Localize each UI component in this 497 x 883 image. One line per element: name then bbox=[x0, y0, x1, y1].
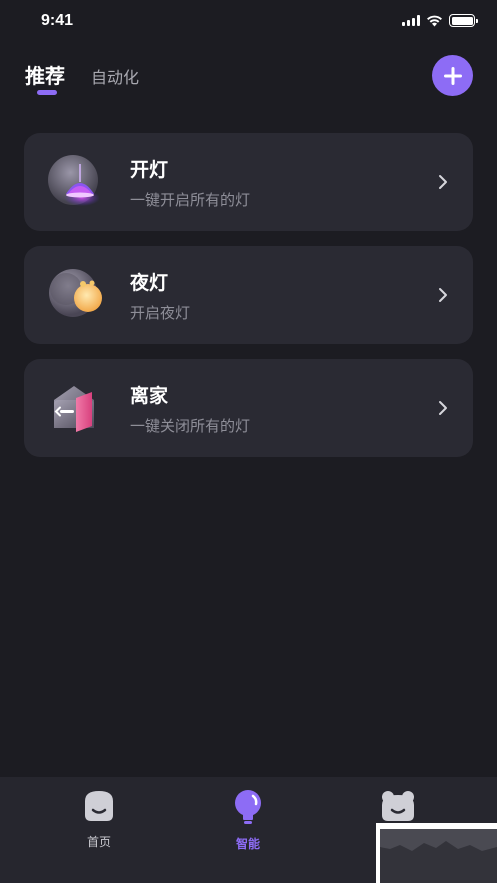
plus-icon bbox=[443, 66, 462, 85]
scene-subtitle: 一键关闭所有的灯 bbox=[130, 417, 251, 435]
preview-thumbnail bbox=[376, 823, 497, 883]
scene-card-leave-home[interactable]: 离家 一键关闭所有的灯 bbox=[24, 359, 473, 457]
status-bar: 9:41 bbox=[0, 0, 497, 44]
battery-icon bbox=[449, 14, 478, 27]
status-time: 9:41 bbox=[41, 12, 74, 29]
scene-title: 开灯 bbox=[130, 159, 169, 181]
tab-bar-smart[interactable]: 智能 bbox=[208, 789, 288, 852]
header-tabs: 推荐 自动化 bbox=[25, 60, 139, 95]
ceiling-lamp-icon bbox=[48, 155, 100, 206]
tab-active-indicator bbox=[37, 90, 57, 95]
home-face-icon bbox=[85, 791, 113, 821]
moon-night-light-icon bbox=[49, 269, 102, 317]
tab-bar-home-label: 首页 bbox=[86, 835, 111, 849]
scene-subtitle: 一键开启所有的灯 bbox=[130, 191, 251, 209]
leave-home-door-icon bbox=[54, 386, 94, 432]
scene-list: 开灯 一键开启所有的灯 夜灯 开启夜灯 离家 一键关闭所有的灯 bbox=[24, 133, 473, 472]
tab-automation[interactable]: 自动化 bbox=[91, 64, 139, 88]
chevron-right-icon bbox=[439, 175, 447, 189]
tab-recommend-label: 推荐 bbox=[25, 64, 65, 88]
add-button[interactable] bbox=[432, 55, 473, 96]
tab-automation-label: 自动化 bbox=[91, 68, 140, 87]
chevron-right-icon bbox=[439, 401, 447, 415]
scene-card-night-light[interactable]: 夜灯 开启夜灯 bbox=[24, 246, 473, 344]
scene-title: 夜灯 bbox=[130, 272, 169, 294]
profile-face-icon bbox=[382, 791, 414, 821]
bulb-icon bbox=[235, 790, 261, 824]
tab-bar-smart-label: 智能 bbox=[235, 837, 260, 851]
chevron-right-icon bbox=[439, 288, 447, 302]
scene-card-lights-on[interactable]: 开灯 一键开启所有的灯 bbox=[24, 133, 473, 231]
signal-icon bbox=[402, 15, 420, 26]
wifi-icon bbox=[427, 15, 442, 26]
preview-thumbnail-image bbox=[380, 829, 497, 883]
tab-recommend[interactable]: 推荐 bbox=[25, 60, 65, 95]
scene-subtitle: 开启夜灯 bbox=[130, 304, 191, 322]
status-icons bbox=[402, 14, 478, 27]
scene-title: 离家 bbox=[130, 385, 169, 407]
tab-bar-home[interactable]: 首页 bbox=[59, 789, 139, 850]
mountain-silhouette-icon bbox=[380, 841, 497, 883]
